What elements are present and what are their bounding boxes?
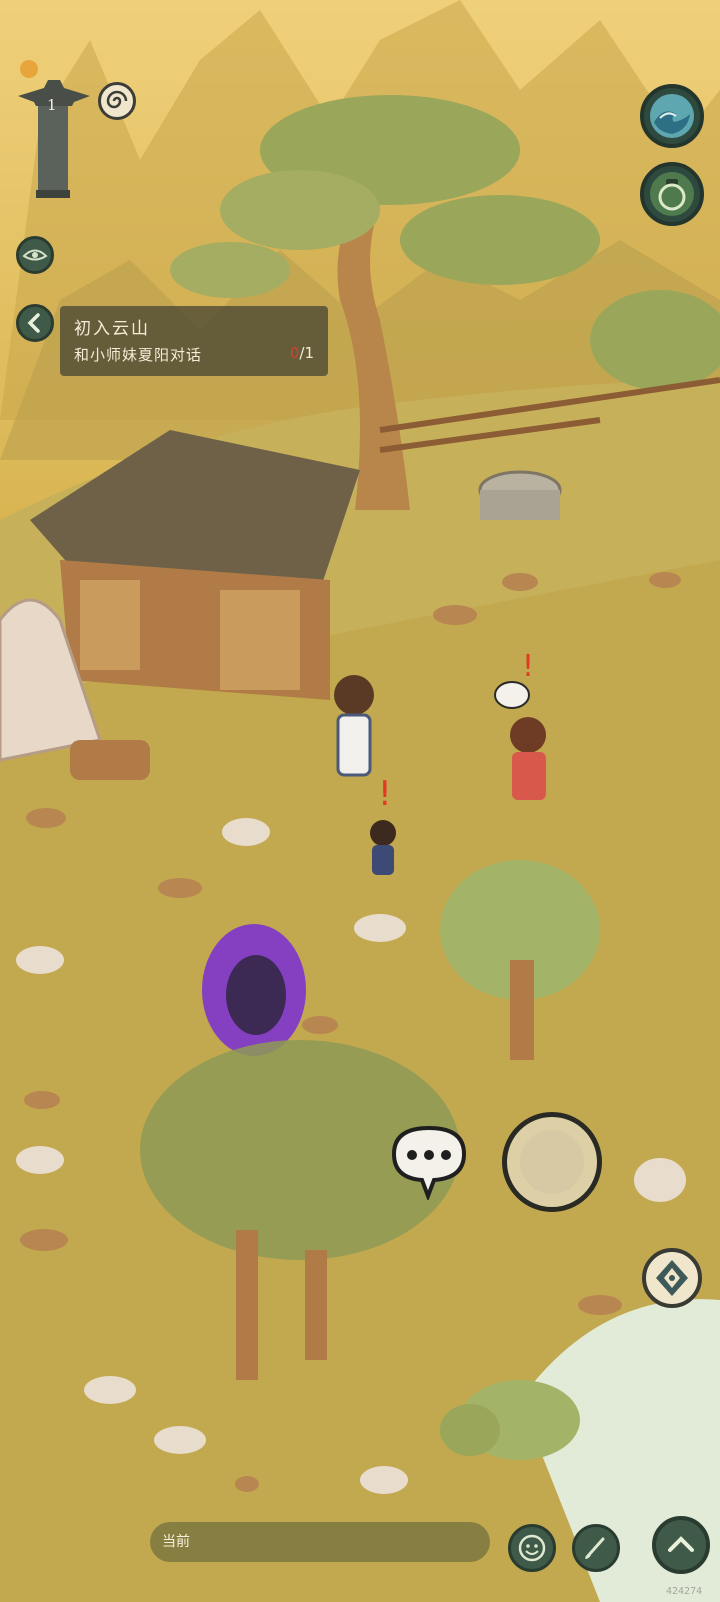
back-arrow-icon (27, 313, 40, 333)
quest-progress: 0/1 (290, 344, 314, 362)
quest-description: 和小师妹夏阳对话 (74, 346, 203, 364)
view-toggle-button[interactable] (16, 236, 54, 274)
chevron-up-icon (668, 1536, 694, 1552)
game-world-background: ! ! (0, 0, 720, 1602)
status-dot (20, 60, 38, 78)
quest-collapse-button[interactable] (16, 304, 54, 342)
jar-icon (650, 172, 694, 216)
brush-button[interactable] (572, 1524, 620, 1572)
chat-channel-label: 当前 (162, 1534, 190, 1550)
speech-bubble-icon (391, 1125, 467, 1202)
wave-skill-button[interactable] (640, 84, 704, 148)
svg-text:!: ! (378, 774, 392, 814)
quest-progress-current: 0 (289, 344, 300, 362)
brush-icon (585, 1537, 605, 1559)
expand-menu-button[interactable] (652, 1516, 710, 1574)
emote-button[interactable] (508, 1524, 556, 1572)
player-level-badge[interactable]: 1 (14, 60, 94, 200)
talk-button[interactable] (384, 1120, 474, 1202)
chat-bar[interactable]: 当前 (150, 1522, 490, 1562)
wave-skill-icon (650, 94, 694, 138)
level-number: 1 (47, 96, 57, 114)
quest-progress-total: /1 (299, 344, 314, 362)
joystick-icon (520, 1130, 584, 1194)
eye-icon (22, 249, 48, 261)
quest-tracker[interactable]: 初入云山 和小师妹夏阳对话 0/1 (60, 306, 328, 376)
spiral-icon (106, 90, 128, 109)
jar-button[interactable] (640, 162, 704, 226)
spiral-button[interactable] (98, 82, 136, 120)
watermark: 424274 (666, 1586, 703, 1597)
quest-title: 初入云山 (74, 319, 150, 339)
compass-button[interactable] (642, 1248, 702, 1308)
svg-text:!: ! (522, 649, 534, 684)
smile-icon (518, 1534, 546, 1562)
compass-icon (656, 1260, 688, 1296)
joystick[interactable] (502, 1112, 602, 1212)
